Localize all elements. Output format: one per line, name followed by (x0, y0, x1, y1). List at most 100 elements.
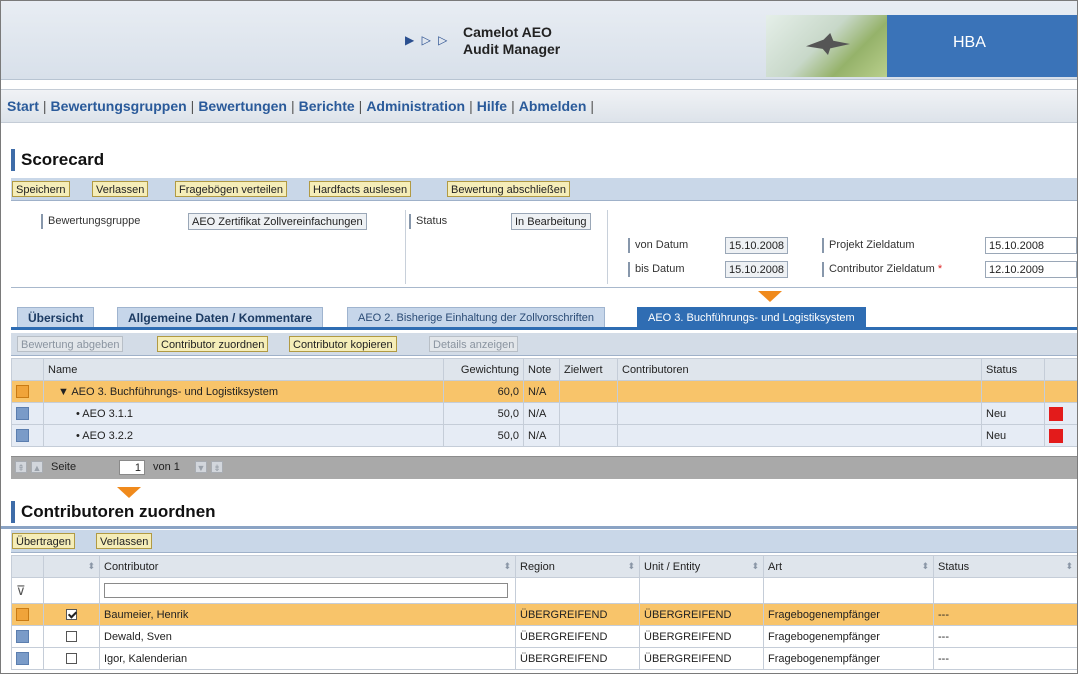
save-button[interactable]: Speichern (12, 181, 70, 197)
col-unit-entity[interactable]: Unit / Entity ⬍ (639, 555, 764, 578)
row-contributor: Baumeier, Henrik (99, 603, 516, 626)
table-row[interactable]: Igor, Kalenderian ÜBERGREIFEND ÜBERGREIF… (11, 647, 1077, 670)
row-status: --- (933, 647, 1077, 670)
tab-aeo-2[interactable]: AEO 2. Bisherige Einhaltung der Zollvors… (347, 307, 606, 328)
sort-icon[interactable]: ⬍ (921, 561, 929, 572)
row-checkbox[interactable] (66, 609, 77, 621)
row-gewichtung: 60,0 (443, 380, 524, 403)
row-selector[interactable] (16, 608, 29, 621)
col-note[interactable]: Note (523, 358, 560, 381)
required-marker: * (937, 263, 943, 275)
col-status[interactable]: Status (981, 358, 1045, 381)
nav-berichte[interactable]: Berichte (299, 98, 355, 114)
row-note: N/A (523, 402, 560, 425)
tab-aeo-3[interactable]: AEO 3. Buchführungs- und Logistiksystem (637, 307, 866, 328)
sort-icon[interactable]: ⬍ (751, 561, 759, 572)
assign-contributor-button[interactable]: Contributor zuordnen (157, 336, 269, 352)
contributors-title: Contributoren zuordnen (11, 501, 216, 523)
table-row[interactable]: • AEO 3.2.2 50,0 N/A Neu (11, 424, 1077, 447)
row-selector[interactable] (16, 385, 29, 398)
grid-toolbar: Bewertung abgeben Contributor zuordnen C… (11, 333, 1077, 356)
row-selector[interactable] (16, 630, 29, 643)
row-name[interactable]: • AEO 3.1.1 (43, 402, 444, 425)
row-gewichtung: 50,0 (443, 402, 524, 425)
table-row[interactable]: Dewald, Sven ÜBERGREIFEND ÜBERGREIFEND F… (11, 625, 1077, 648)
row-selector[interactable] (16, 652, 29, 665)
row-art: Fragebogenempfänger (763, 647, 934, 670)
col-gewichtung[interactable]: Gewichtung (443, 358, 524, 381)
grid-header-row: Name Gewichtung Note Zielwert Contributo… (11, 358, 1077, 381)
sort-icon[interactable]: ⬍ (503, 561, 511, 572)
contributors-grid: ⬍ Contributor ⬍ Region ⬍ Unit / Entity ⬍ Ar… (11, 555, 1077, 670)
nav-administration[interactable]: Administration (366, 98, 465, 114)
table-row[interactable]: • AEO 3.1.1 50,0 N/A Neu (11, 402, 1077, 425)
bird-icon (806, 33, 850, 55)
status-red-indicator-icon (1049, 406, 1063, 421)
nav-trailing-separator: | (590, 98, 595, 114)
contributor-zieldatum-field[interactable]: 12.10.2009 (985, 261, 1077, 278)
nav-hilfe[interactable]: Hilfe (477, 98, 507, 114)
previous-page-icon[interactable]: ▲ (31, 461, 43, 473)
row-region: ÜBERGREIFEND (515, 603, 640, 626)
transfer-button[interactable]: Übertragen (12, 533, 76, 549)
finish-assessment-button[interactable]: Bewertung abschließen (447, 181, 570, 197)
projekt-zieldatum-field[interactable]: 15.10.2008 (985, 237, 1077, 254)
filter-icon[interactable]: ⊽ (16, 583, 26, 598)
contributors-header-row: ⬍ Contributor ⬍ Region ⬍ Unit / Entity ⬍ Ar… (11, 555, 1077, 578)
row-note: N/A (523, 380, 560, 403)
contributors-leave-button[interactable]: Verlassen (96, 533, 153, 549)
copy-contributor-button[interactable]: Contributor kopieren (289, 336, 397, 352)
submit-assessment-button[interactable]: Bewertung abgeben (17, 336, 124, 352)
table-row[interactable]: Baumeier, Henrik ÜBERGREIFEND ÜBERGREIFE… (11, 603, 1077, 626)
scorecard-title: Scorecard (11, 149, 104, 171)
von-datum-label: von Datum (628, 238, 688, 253)
next-page-icon[interactable]: ▼ (195, 461, 207, 473)
row-status: --- (933, 625, 1077, 648)
read-hardfacts-button[interactable]: Hardfacts auslesen (309, 181, 412, 197)
col-contributor[interactable]: Contributor ⬍ (99, 555, 516, 578)
row-gewichtung: 50,0 (443, 424, 524, 447)
row-selector[interactable] (16, 407, 29, 420)
sort-icon[interactable]: ⬍ (87, 561, 95, 572)
nav-abmelden[interactable]: Abmelden (519, 98, 587, 114)
last-page-icon[interactable]: ⇟ (211, 461, 223, 473)
sort-icon[interactable]: ⬍ (1065, 561, 1073, 572)
tab-allgemeine-daten[interactable]: Allgemeine Daten / Kommentare (117, 307, 324, 328)
row-status: Neu (981, 424, 1045, 447)
status-label: Status (409, 214, 447, 229)
tab-uebersicht[interactable]: Übersicht (17, 307, 95, 328)
row-checkbox[interactable] (66, 653, 77, 665)
brand-logo: HBA (887, 15, 1077, 77)
page-input[interactable]: 1 (119, 460, 145, 475)
row-zielwert (559, 380, 618, 403)
contributor-zieldatum-label: Contributor Zieldatum * (822, 262, 942, 277)
row-name[interactable]: • AEO 3.2.2 (43, 424, 444, 447)
row-unit: ÜBERGREIFEND (639, 625, 764, 648)
row-status: --- (933, 603, 1077, 626)
row-name[interactable]: ▼ AEO 3. Buchführungs- und Logistiksyste… (43, 380, 444, 403)
row-selector[interactable] (16, 429, 29, 442)
table-row[interactable]: ▼ AEO 3. Buchführungs- und Logistiksyste… (11, 380, 1077, 403)
distribute-questionnaires-button[interactable]: Fragebögen verteilen (175, 181, 287, 197)
col-status[interactable]: Status ⬍ (933, 555, 1077, 578)
col-name[interactable]: Name (43, 358, 444, 381)
sort-icon[interactable]: ⬍ (627, 561, 635, 572)
show-details-button[interactable]: Details anzeigen (429, 336, 519, 352)
row-contributoren (617, 402, 982, 425)
von-datum-value: 15.10.2008 (725, 237, 789, 254)
col-contributoren[interactable]: Contributoren (617, 358, 982, 381)
contributors-toolbar: Übertragen Verlassen (11, 530, 1077, 553)
contributor-filter-input[interactable] (104, 583, 508, 598)
col-zielwert[interactable]: Zielwert (559, 358, 618, 381)
nav-bewertungen[interactable]: Bewertungen (198, 98, 287, 114)
col-region[interactable]: Region ⬍ (515, 555, 640, 578)
nav-bewertungsgruppen[interactable]: Bewertungsgruppen (51, 98, 187, 114)
first-page-icon[interactable]: ⇞ (15, 461, 27, 473)
bis-datum-value: 15.10.2008 (725, 261, 789, 278)
row-zielwert (559, 402, 618, 425)
leave-button[interactable]: Verlassen (92, 181, 149, 197)
row-checkbox[interactable] (66, 631, 77, 643)
col-art[interactable]: Art ⬍ (763, 555, 934, 578)
status-value: In Bearbeitung (511, 213, 591, 230)
nav-start[interactable]: Start (7, 98, 39, 114)
